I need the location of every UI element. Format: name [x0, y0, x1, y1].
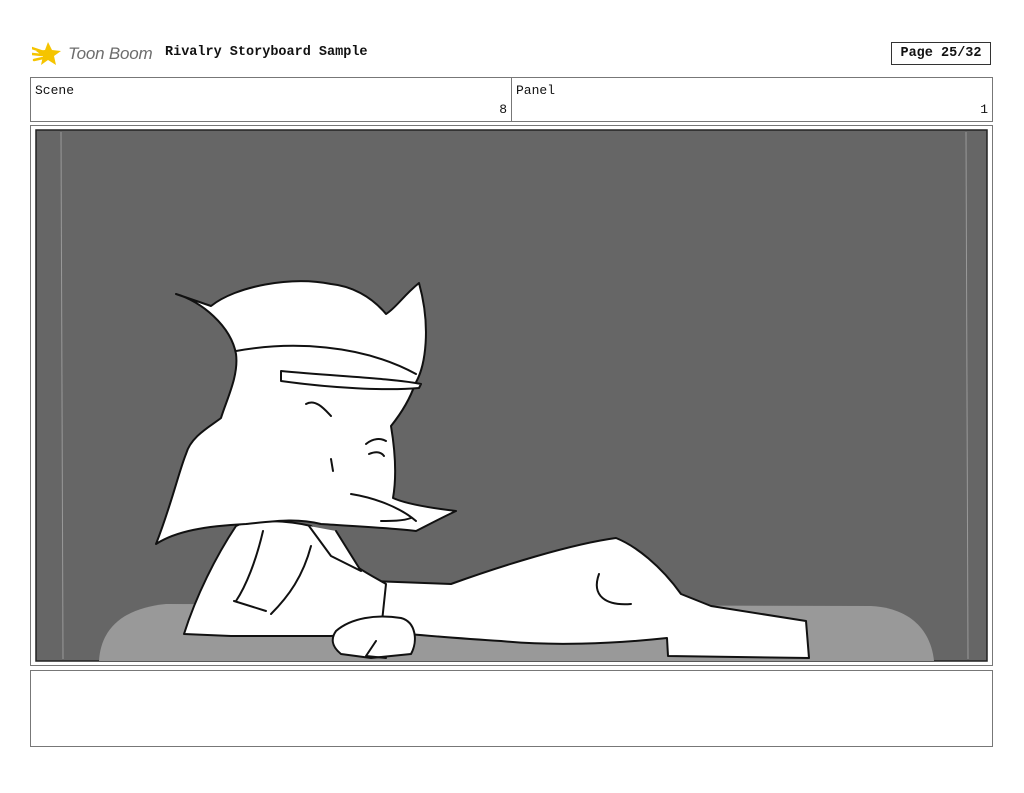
storyboard-panel [30, 125, 993, 666]
scene-number: 8 [499, 102, 507, 117]
scene-panel-info: Scene 8 Panel 1 [30, 77, 993, 122]
panel-cell: Panel 1 [511, 78, 992, 121]
toon-boom-logo: Toon Boom [32, 38, 153, 70]
scene-cell: Scene 8 [31, 78, 511, 121]
logo-text: Toon Boom [68, 44, 153, 63]
panel-sketch [35, 129, 988, 662]
toon-boom-star-icon [32, 42, 61, 65]
panel-label: Panel [516, 83, 556, 98]
document-title: Rivalry Storyboard Sample [165, 45, 368, 60]
page-indicator: Page 25/32 [891, 42, 991, 65]
panel-notes [30, 670, 993, 747]
scene-label: Scene [35, 83, 75, 98]
panel-number: 1 [980, 102, 988, 117]
